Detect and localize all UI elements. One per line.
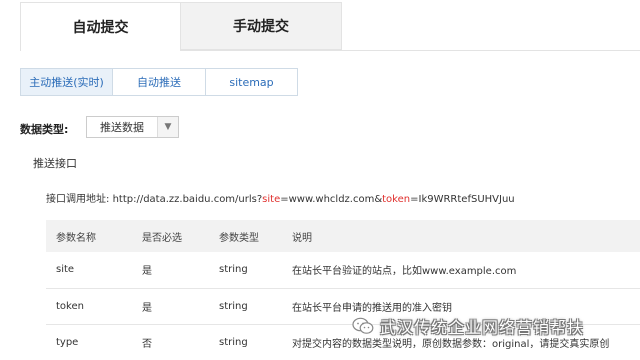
cell-param-name: type bbox=[56, 336, 79, 348]
params-table: 参数名称 是否必选 参数类型 说明 site 是 string 在站长平台验证的… bbox=[46, 220, 640, 360]
cell-param-type: string bbox=[219, 264, 248, 276]
data-type-selected-value: 推送数据 bbox=[100, 121, 144, 134]
cell-required: 是 bbox=[142, 266, 152, 278]
data-type-select[interactable]: 推送数据 ▼ bbox=[86, 116, 179, 138]
tab-auto-submit[interactable]: 自动提交 bbox=[20, 2, 180, 50]
cell-description: 在站长平台验证的站点，比如www.example.com bbox=[292, 266, 517, 278]
triangle-down-icon[interactable]: ▼ bbox=[157, 117, 178, 137]
subtab-sitemap[interactable]: sitemap bbox=[205, 68, 298, 96]
interface-url-row: 接口调用地址: http://data.zz.baidu.com/urls?si… bbox=[46, 190, 515, 205]
col-required: 是否必选 bbox=[142, 232, 182, 244]
cell-param-type: string bbox=[219, 336, 248, 348]
url-value: http://data.zz.baidu.com/urls?site=www.w… bbox=[112, 194, 515, 205]
sub-tab-bar: 主动推送(实时) 自动推送 sitemap bbox=[20, 68, 298, 96]
cell-param-name: token bbox=[56, 300, 84, 312]
cell-param-type: string bbox=[219, 300, 248, 312]
top-tab-bar: 自动提交 手动提交 bbox=[20, 2, 342, 50]
col-param-type: 参数类型 bbox=[219, 232, 259, 244]
watermark: 武汉传统企业网络营销帮扶 bbox=[352, 314, 584, 338]
watermark-text: 武汉传统企业网络营销帮扶 bbox=[380, 318, 585, 337]
cell-required: 是 bbox=[142, 302, 152, 314]
url-label: 接口调用地址: bbox=[46, 194, 110, 205]
push-interface-title: 推送接口 bbox=[33, 157, 77, 170]
tab-manual-submit[interactable]: 手动提交 bbox=[180, 2, 342, 50]
wechat-icon bbox=[352, 317, 374, 334]
table-header-row: 参数名称 是否必选 参数类型 说明 bbox=[46, 220, 640, 252]
subtab-active-push[interactable]: 主动推送(实时) bbox=[20, 68, 113, 96]
cell-required: 否 bbox=[142, 338, 152, 350]
cell-param-name: site bbox=[56, 264, 75, 276]
data-type-label: 数据类型: bbox=[20, 123, 69, 136]
subtab-auto-push[interactable]: 自动推送 bbox=[112, 68, 206, 96]
col-description: 说明 bbox=[292, 232, 312, 244]
col-param-name: 参数名称 bbox=[56, 232, 96, 244]
table-row: site 是 string 在站长平台验证的站点，比如www.example.c… bbox=[46, 252, 640, 288]
